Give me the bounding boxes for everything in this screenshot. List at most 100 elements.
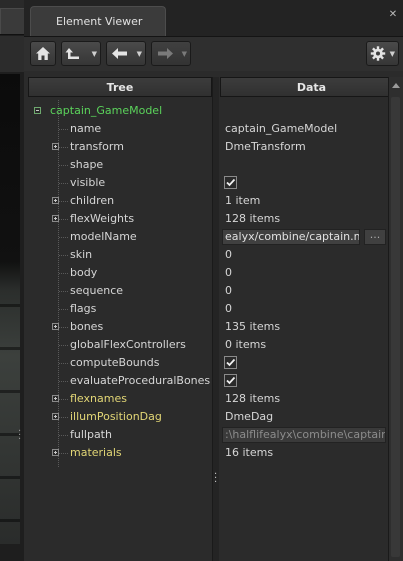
tree-row[interactable]: flags [28,300,212,318]
checkbox[interactable] [224,176,237,189]
tree-branch-line [59,453,68,454]
column-splitter[interactable]: · · · [213,77,219,561]
data-row: DmeDag [220,408,390,426]
checkmark-icon [226,358,236,367]
splitter-grip-icon[interactable]: · · · [214,470,217,488]
data-row [220,372,390,390]
tree-branch-line [59,273,68,274]
tree-row[interactable]: shape [28,156,212,174]
tree-row[interactable]: transform [28,138,212,156]
tree-row-label: globalFlexControllers [70,338,186,351]
vertical-scrollbar[interactable] [388,77,403,561]
tree-row[interactable]: skin [28,246,212,264]
tree-row[interactable]: illumPositionDag [28,408,212,426]
gear-icon [370,46,386,61]
chevron-down-icon: ▼ [389,50,395,58]
home-icon [36,47,50,60]
data-value: 135 items [225,320,281,333]
tree-row-label: shape [70,158,104,171]
tree-row[interactable]: modelName [28,228,212,246]
tree-row-label: name [70,122,102,135]
up-button[interactable]: ▼ [61,41,101,66]
tree-column-header[interactable]: Tree [28,77,212,97]
tree-branch-line [59,327,68,328]
data-value: 0 items [225,338,267,351]
data-value: 128 items [225,212,281,225]
checkbox[interactable] [224,374,237,387]
data-row: 16 items [220,444,390,462]
tree-row[interactable]: flexWeights [28,210,212,228]
data-row: 0 [220,300,390,318]
expand-icon[interactable] [52,197,59,204]
tree-row[interactable]: materials [28,444,212,462]
element-viewer-tab[interactable]: Element Viewer [30,6,166,36]
tree-row-label: bones [70,320,104,333]
expand-icon[interactable] [52,215,59,222]
expand-icon[interactable] [52,449,59,456]
back-arrow-icon [112,48,127,59]
settings-button[interactable]: ▼ [366,41,399,66]
forward-arrow-icon [158,48,173,59]
element-viewer-panel: Element Viewer ✕ ▼ ▼ ▼ ▼ Tree captain_Ga… [24,0,403,561]
checkbox[interactable] [224,356,237,369]
tree-branch-line [59,147,68,148]
data-column-header[interactable]: Data [220,77,403,97]
data-row [220,354,390,372]
data-value: DmeDag [225,410,274,423]
tree-row-label: computeBounds [70,356,160,369]
collapse-icon[interactable] [34,107,41,114]
tree-row[interactable]: globalFlexControllers [28,336,212,354]
data-row: 0 [220,246,390,264]
tree-row[interactable]: captain_GameModel [28,102,212,120]
text-field[interactable]: ealyx/combine/captain.mdl [222,229,360,245]
data-row: 135 items [220,318,390,336]
forward-button[interactable]: ▼ [151,41,191,66]
tree-branch-line [59,165,68,166]
tree-row-label: skin [70,248,93,261]
back-button[interactable]: ▼ [106,41,146,66]
tree-branch-line [59,309,68,310]
tree-row[interactable]: children [28,192,212,210]
data-value: 0 [225,266,232,279]
data-row: :\halflifealyx\combine\captain.mdl [220,426,390,444]
scroll-up-icon[interactable] [392,83,400,88]
viewport-resize-handle[interactable]: · · · [18,427,21,445]
tree-branch-line [59,201,68,202]
expand-icon[interactable] [52,323,59,330]
data-row: 128 items [220,390,390,408]
up-arrow-icon [65,48,79,59]
tree-row-label: captain_GameModel [50,104,163,117]
tree-row[interactable]: body [28,264,212,282]
data-row: 1 item [220,192,390,210]
expand-icon[interactable] [52,395,59,402]
tree-row[interactable]: fullpath [28,426,212,444]
tree-row[interactable]: sequence [28,282,212,300]
readonly-field: :\halflifealyx\combine\captain.mdl [222,427,386,443]
viewport-scene[interactable] [0,74,20,544]
expand-icon[interactable] [52,413,59,420]
tree-row[interactable]: evaluateProceduralBones [28,372,212,390]
tree-row-label: flexWeights [70,212,135,225]
data-value: DmeTransform [225,140,306,153]
viewport-tab[interactable] [0,8,27,34]
tree-column: Tree captain_GameModelname transform shape… [28,77,213,561]
tree-branch-line [59,291,68,292]
scrollbar-thumb[interactable] [391,97,400,557]
data-row: captain_GameModel [220,120,390,138]
data-row: 0 [220,282,390,300]
tree-row[interactable]: name [28,120,212,138]
tree-row[interactable]: visible [28,174,212,192]
viewport-toolbar [0,36,24,72]
tree-branch-line [59,435,68,436]
home-button[interactable] [30,41,56,66]
close-icon[interactable]: ✕ [388,10,398,20]
expand-icon[interactable] [52,143,59,150]
viewport-tab-bar [0,0,27,35]
chevron-down-icon: ▼ [136,50,142,58]
tree-row[interactable]: flexnames [28,390,212,408]
browse-button[interactable]: ... [364,229,386,245]
tree-branch-line [59,237,68,238]
tree-row[interactable]: computeBounds [28,354,212,372]
tree-row[interactable]: bones [28,318,212,336]
data-row: 128 items [220,210,390,228]
